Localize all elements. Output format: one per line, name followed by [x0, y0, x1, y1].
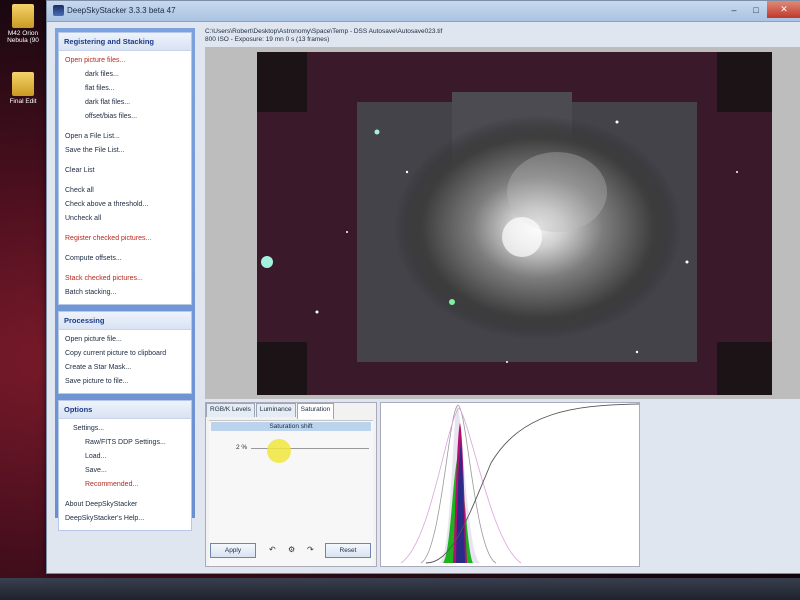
main-content: Registering and Stacking Open picture fil…	[47, 22, 800, 573]
taskpane-link[interactable]: Compute offsets...	[59, 252, 191, 266]
taskpane-link[interactable]: Settings...	[59, 422, 191, 436]
taskpane-group: Registering and Stacking Open picture fil…	[58, 32, 192, 305]
redo-icon[interactable]: ↷	[307, 545, 314, 554]
close-button[interactable]: ✕	[767, 1, 800, 18]
folder-icon	[12, 4, 34, 28]
taskpane-link[interactable]: Uncheck all	[59, 212, 191, 226]
taskpane-link[interactable]: Batch stacking...	[59, 286, 191, 300]
taskpane-link[interactable]: Save the File List...	[59, 144, 191, 158]
taskpane-link[interactable]: dark flat files...	[59, 96, 191, 110]
desktop-icon-label: M42 Orion Nebula (90	[7, 30, 39, 44]
settings-icon[interactable]: ⚙	[288, 545, 295, 554]
taskpane-link[interactable]: Check all	[59, 184, 191, 198]
apply-button[interactable]: Apply	[210, 543, 256, 558]
desktop-icon-final-edit[interactable]: Final Edit	[2, 72, 44, 105]
image-viewer[interactable]	[205, 47, 800, 399]
task-pane: Registering and Stacking Open picture fil…	[55, 28, 195, 531]
tab-saturation[interactable]: Saturation	[296, 403, 335, 419]
taskbar	[0, 578, 800, 600]
title-bar[interactable]: DeepSkyStacker 3.3.3 beta 47 – □ ✕	[47, 1, 800, 22]
taskpane-link[interactable]: Open a File List...	[59, 130, 191, 144]
histogram	[380, 402, 640, 567]
taskpane-link[interactable]: DeepSkyStacker's Help...	[59, 512, 191, 526]
taskpane-link[interactable]: Clear List	[59, 164, 191, 178]
taskpane-group: Options Settings... Raw/FITS DDP Settings.…	[58, 400, 192, 531]
file-details: 800 ISO - Exposure: 19 mn 0 s (13 frames…	[205, 36, 330, 43]
minimize-button[interactable]: –	[723, 1, 745, 18]
saturation-header: Saturation shift	[211, 422, 371, 431]
file-path: C:\Users\Robert\Desktop\Astronomy\Space\…	[205, 28, 443, 35]
app-window: DeepSkyStacker 3.3.3 beta 47 – □ ✕ Regis…	[46, 0, 800, 574]
saturation-value: 2 %	[236, 444, 248, 451]
taskpane-link[interactable]: Load...	[59, 450, 191, 464]
taskpane-link[interactable]: Copy current picture to clipboard	[59, 347, 191, 361]
desktop-icon-label: Final Edit	[9, 98, 37, 105]
taskpane-link[interactable]: Register checked pictures...	[59, 232, 191, 246]
taskpane-link[interactable]: Raw/FITS DDP Settings...	[59, 436, 191, 450]
window-title: DeepSkyStacker 3.3.3 beta 47	[67, 6, 176, 15]
file-info: C:\Users\Robert\Desktop\Astronomy\Space\…	[205, 28, 442, 44]
taskpane-link[interactable]: Stack checked pictures...	[59, 272, 191, 286]
undo-icon[interactable]: ↶	[269, 545, 276, 554]
cursor-highlight	[267, 439, 291, 463]
taskpane-link[interactable]: Save picture to file...	[59, 375, 191, 389]
taskpane-link[interactable]: Create a Star Mask...	[59, 361, 191, 375]
taskpane-link[interactable]: offset/bias files...	[59, 110, 191, 124]
taskpane-link[interactable]: Check above a threshold...	[59, 198, 191, 212]
taskpane-link[interactable]: Save...	[59, 464, 191, 478]
stacked-image[interactable]	[257, 52, 772, 395]
reset-button[interactable]: Reset	[325, 543, 371, 558]
desktop-icon-m42[interactable]: M42 Orion Nebula (90	[2, 4, 44, 44]
taskpane-link[interactable]: Open picture file...	[59, 333, 191, 347]
taskpane-link[interactable]: About DeepSkyStacker	[59, 498, 191, 512]
app-icon	[53, 5, 64, 16]
tab-rgb-levels[interactable]: RGB/K Levels	[206, 403, 255, 417]
maximize-button[interactable]: □	[745, 1, 767, 18]
taskpane-link[interactable]: flat files...	[59, 82, 191, 96]
tab-luminance[interactable]: Luminance	[255, 403, 296, 417]
nebula-image	[257, 52, 772, 395]
taskpane-group: Processing Open picture file... Copy curre…	[58, 311, 192, 394]
taskpane-link[interactable]: Open picture files...	[59, 54, 191, 68]
adjustment-panel: RGB/K Levels Luminance Saturation Satura…	[205, 402, 377, 567]
taskpane-group-title[interactable]: Processing	[59, 312, 191, 330]
taskpane-link[interactable]: Recommended...	[59, 478, 191, 492]
folder-icon	[12, 72, 34, 96]
taskpane-group-title[interactable]: Options	[59, 401, 191, 419]
taskpane-link[interactable]: dark files...	[59, 68, 191, 82]
histogram-graph	[400, 403, 640, 564]
taskpane-group-title[interactable]: Registering and Stacking	[59, 33, 191, 51]
